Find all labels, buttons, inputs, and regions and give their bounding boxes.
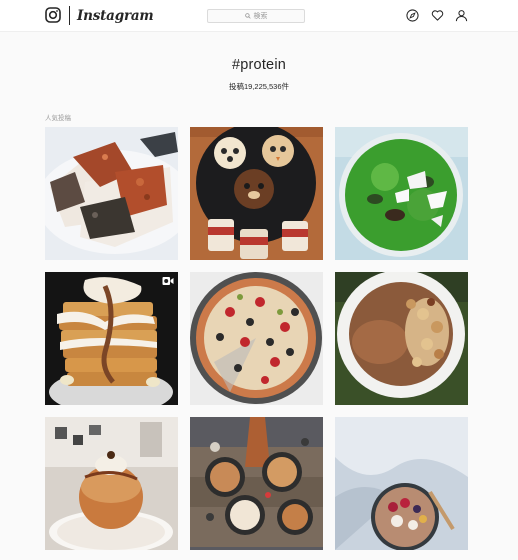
post-image [190,272,323,405]
search-placeholder: 検索 [253,13,268,20]
heart-icon[interactable] [431,9,444,22]
logo-divider [69,6,70,25]
post-image [190,127,323,260]
post-image [190,417,323,550]
post-tile[interactable] [45,127,178,260]
post-image [335,417,468,550]
post-tile[interactable] [335,272,468,405]
post-tile[interactable] [45,272,178,405]
post-tile[interactable] [190,272,323,405]
post-image [45,272,178,405]
hashtag-title: #protein [232,57,286,73]
section-title-top-posts: 人気投稿 [45,115,71,122]
top-navigation-bar: Instagram 検索 [0,0,518,32]
post-image [335,272,468,405]
instagram-glyph-icon[interactable] [45,7,61,23]
search-input[interactable]: 検索 [207,9,305,23]
post-tile[interactable] [335,127,468,260]
search-icon [244,13,251,19]
compass-icon[interactable] [406,9,419,22]
post-image [45,127,178,260]
post-tile[interactable] [45,417,178,550]
post-tile[interactable] [190,417,323,550]
post-count: 投稿19,225,536件 [228,82,290,91]
post-tile[interactable] [335,417,468,550]
user-icon[interactable] [455,9,468,22]
post-tile[interactable] [190,127,323,260]
instagram-wordmark[interactable]: Instagram [77,6,154,26]
post-image [45,417,178,550]
post-image [335,127,468,260]
video-camera-icon [162,277,174,285]
